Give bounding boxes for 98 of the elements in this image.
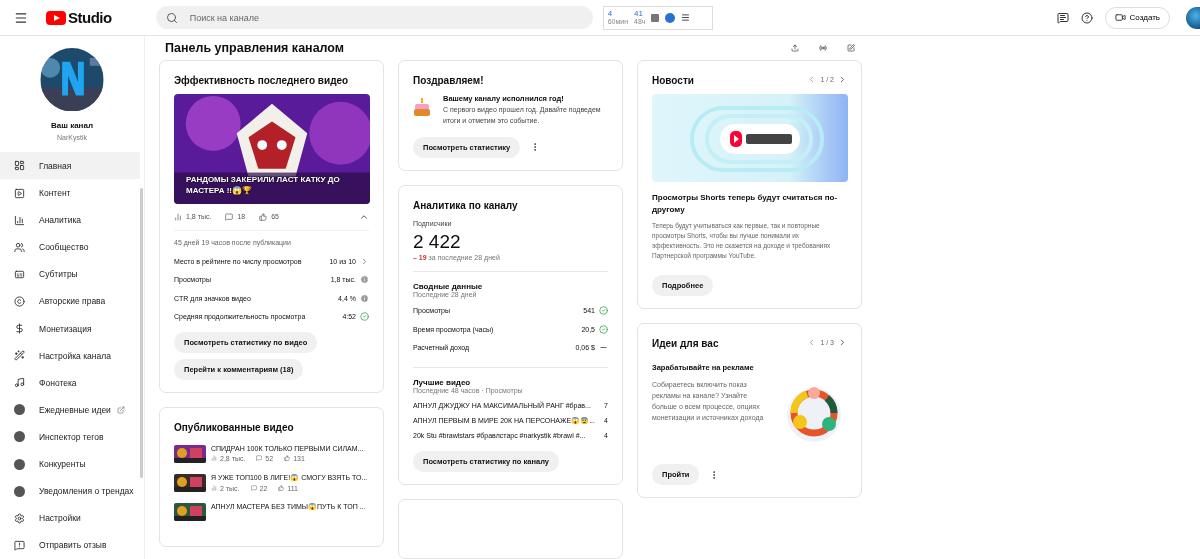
nav-icon	[14, 350, 25, 362]
nav-icon	[14, 512, 25, 524]
sidebar-label: Контент	[39, 188, 71, 198]
sidebar-label: Ежедневные идеи	[39, 404, 111, 415]
nav-icon	[14, 160, 25, 172]
search-icon	[165, 11, 178, 24]
sidebar-item[interactable]: Инспектор тегов	[0, 423, 140, 451]
search-input[interactable]: Поиск на канале	[187, 11, 583, 24]
nav-icon	[14, 295, 25, 307]
sidebar-label: Отправить отзыв	[39, 540, 107, 551]
views-icon	[211, 455, 217, 462]
help-icon	[1080, 11, 1093, 24]
page-title: Панель управления каналом	[165, 41, 346, 55]
comment-icon	[256, 455, 263, 462]
like-icon	[278, 485, 285, 492]
captions-button[interactable]	[1056, 11, 1069, 24]
sidebar-label: Субтитры	[39, 269, 78, 280]
sidebar-label: Уведомления о трендах	[39, 486, 134, 497]
sidebar-item[interactable]: Уведомления о трендах	[0, 477, 140, 505]
menu-icon	[14, 10, 28, 25]
card-title: Аналитика по каналу	[413, 199, 519, 211]
sidebar-label: Монетизация	[39, 323, 92, 334]
sidebar-label: Инспектор тегов	[39, 432, 104, 442]
nav-icon	[14, 539, 25, 551]
nav-icon	[14, 377, 25, 389]
extension-icon	[14, 431, 25, 443]
sidebar-item[interactable]: Настройки	[0, 504, 140, 532]
sidebar-item[interactable]: Сообщество	[0, 233, 140, 261]
nav-icon	[14, 241, 25, 253]
create-button[interactable]: Создать	[1104, 6, 1170, 29]
info-icon	[360, 293, 369, 303]
check-circle-icon	[360, 312, 369, 322]
nav-icon	[14, 214, 25, 226]
card-title: Поздравляем!	[413, 74, 485, 86]
section-title: Сводные данные	[413, 281, 484, 291]
card-title: Эффективность последнего видео	[174, 74, 350, 86]
square-icon	[651, 13, 660, 22]
sidebar-label: Настройки	[39, 513, 81, 524]
views-icon	[174, 212, 182, 221]
check-circle-icon	[599, 306, 608, 316]
comment-icon	[225, 212, 234, 221]
sidebar-item[interactable]: Отправить отзыв	[0, 531, 140, 559]
sidebar-label: Главная	[39, 160, 72, 171]
channel-label: Ваш канал	[51, 121, 93, 131]
sidebar-label: Авторские права	[39, 296, 106, 307]
message-icon	[1056, 11, 1069, 24]
menu-icon[interactable]	[681, 13, 691, 22]
chevron-right-icon[interactable]	[360, 256, 369, 266]
nav-icon	[14, 323, 25, 335]
like-icon	[259, 212, 268, 221]
menu-button[interactable]	[14, 10, 28, 25]
card-title: Идеи для вас	[652, 338, 719, 350]
card-title: Новости	[652, 74, 694, 86]
sidebar-item[interactable]: Контент	[0, 179, 140, 207]
sidebar-item[interactable]: Авторские права	[0, 287, 140, 315]
extension-icon	[14, 485, 25, 497]
sidebar-item[interactable]: Конкуренты	[0, 450, 140, 478]
sidebar-label: Конкуренты	[39, 459, 86, 470]
sidebar-item[interactable]: Субтитры	[0, 260, 140, 288]
sidebar-label: Сообщество	[39, 242, 89, 253]
circle-icon	[665, 12, 676, 23]
logo-text: Studio	[68, 9, 112, 26]
sidebar-label: Фонотека	[39, 377, 77, 388]
sidebar-item[interactable]: Ежедневные идеи	[0, 396, 140, 424]
video-title: РАНДОМЫ ЗАКЕРИЛИ ЛАСТ КАТКУ ДО МАСТЕРА !!😱🏆	[186, 175, 341, 196]
like-icon	[284, 455, 291, 462]
account-avatar[interactable]	[1186, 6, 1200, 29]
comment-icon	[250, 485, 257, 492]
upload-icon	[791, 42, 799, 54]
help-button[interactable]	[1080, 11, 1093, 24]
edit-icon	[847, 42, 855, 54]
stat-value: 41	[634, 10, 644, 18]
nav-icon	[14, 268, 25, 280]
sidebar-item[interactable]: Настройка канала	[0, 342, 140, 370]
cake-icon	[413, 97, 431, 118]
subscribers-count: 2 422	[413, 230, 462, 253]
sidebar-item[interactable]: Фонотека	[0, 369, 140, 397]
next-icon[interactable]	[838, 74, 847, 84]
section-title: Лучшие видео	[413, 378, 472, 387]
video-camera-icon	[1114, 12, 1126, 23]
nav-icon	[14, 187, 25, 199]
extension-icon	[14, 458, 25, 470]
sidebar-item[interactable]: Главная	[0, 152, 140, 180]
search-field[interactable]: Поиск на канале	[155, 6, 593, 29]
card-title: Опубликованные видео	[174, 421, 295, 433]
sidebar-label: Настройка канала	[39, 350, 111, 361]
broadcast-icon	[819, 42, 827, 54]
sidebar-label: Аналитика	[39, 215, 82, 226]
news-headline[interactable]: Просмотры Shorts теперь будут считаться по-другому	[652, 191, 847, 216]
views-icon	[211, 485, 217, 492]
info-icon	[360, 275, 369, 285]
sidebar-item[interactable]: Монетизация	[0, 315, 140, 343]
sidebar-item[interactable]: Аналитика	[0, 206, 140, 234]
play-logo-icon	[46, 10, 66, 25]
next-icon[interactable]	[838, 338, 847, 348]
check-circle-icon	[599, 324, 608, 334]
extension-icon	[14, 404, 25, 416]
stat-value: 4	[607, 10, 614, 18]
